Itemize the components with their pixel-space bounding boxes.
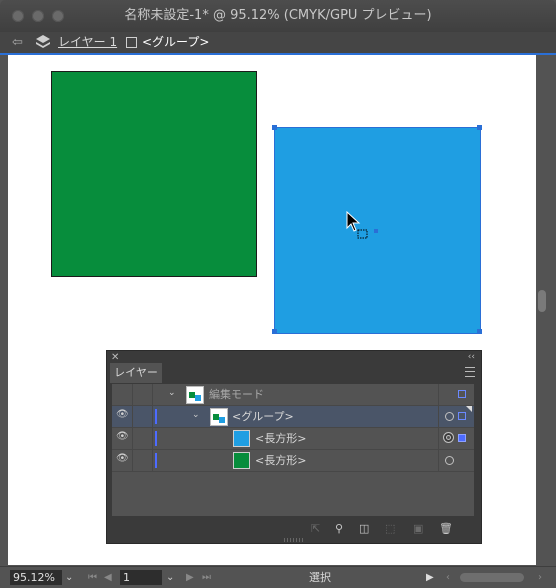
blue-rect-thumbnail xyxy=(233,430,250,447)
status-tool: 選択 xyxy=(309,571,331,584)
clipping-mask-icon[interactable]: ◫ xyxy=(359,522,369,535)
last-artboard-icon[interactable]: ⏭ xyxy=(202,570,211,586)
layer-row[interactable]: 👁 <長方形> xyxy=(112,450,474,472)
window-title: 名称未設定-1* @ 95.12% (CMYK/GPU プレビュー) xyxy=(124,8,432,23)
chevron-down-icon[interactable]: ⌄ xyxy=(168,388,176,398)
visibility-eye-icon[interactable]: 👁 xyxy=(116,410,129,420)
tab-layers[interactable]: レイヤー xyxy=(110,363,162,383)
collapse-panel-icon[interactable]: ‹‹ xyxy=(468,352,475,362)
group-icon xyxy=(126,37,137,48)
close-panel-icon[interactable]: ✕ xyxy=(111,352,119,363)
scroll-right-icon[interactable]: › xyxy=(538,570,542,586)
isolation-breadcrumb: ⇦ レイヤー 1 <グループ> xyxy=(0,32,556,55)
layer-color-bar xyxy=(155,431,157,446)
layer-color-bar xyxy=(155,409,157,424)
back-arrow-icon[interactable]: ⇦ xyxy=(12,32,23,53)
breadcrumb-layer[interactable]: レイヤー 1 xyxy=(58,32,117,53)
layer-row[interactable]: 👁 <長方形> xyxy=(112,428,474,450)
first-artboard-icon[interactable]: ⏮ xyxy=(88,570,97,586)
green-rect-thumbnail xyxy=(233,452,250,469)
visibility-eye-icon[interactable]: 👁 xyxy=(116,454,129,464)
zoom-field[interactable]: 95.12% xyxy=(10,570,62,585)
breadcrumb-group[interactable]: <グループ> xyxy=(142,32,209,53)
artboard-dropdown-icon[interactable]: ⌄ xyxy=(166,570,174,586)
visibility-eye-icon[interactable]: 👁 xyxy=(116,432,129,442)
selected-square-icon[interactable] xyxy=(458,434,466,442)
new-sublayer-icon[interactable]: ⬚ xyxy=(385,522,395,535)
group-name: <グループ> xyxy=(232,410,294,423)
target-active-icon[interactable] xyxy=(443,432,454,443)
new-layer-icon[interactable]: ▣ xyxy=(413,522,423,535)
next-artboard-icon[interactable]: ▶ xyxy=(186,570,194,586)
layer-row-selected[interactable]: 👁 ⌄ <グループ> xyxy=(112,406,474,428)
horizontal-scrollbar[interactable] xyxy=(460,573,524,582)
resize-grip[interactable] xyxy=(284,538,304,542)
target-circle-icon[interactable] xyxy=(445,456,454,465)
selection-cursor-icon xyxy=(346,211,368,239)
selection-anchor[interactable] xyxy=(272,125,277,130)
rectangle-name: <長方形> xyxy=(255,432,307,445)
layer-name: 編集モード xyxy=(209,388,264,401)
panel-footer: ⇱ ⚲ ◫ ⬚ ▣ 🗑 xyxy=(107,516,481,543)
selection-indicator[interactable] xyxy=(458,390,466,398)
scroll-left-icon[interactable]: ‹ xyxy=(446,570,450,586)
target-circle-icon[interactable] xyxy=(445,412,454,421)
layer-thumbnail xyxy=(186,386,204,404)
selection-indicator[interactable] xyxy=(458,412,466,420)
selected-art-corner xyxy=(466,406,472,412)
export-icon[interactable]: ⇱ xyxy=(311,522,320,535)
green-rectangle[interactable] xyxy=(51,71,257,277)
selection-anchor[interactable] xyxy=(272,329,277,334)
illustrator-window: 名称未設定-1* @ 95.12% (CMYK/GPU プレビュー) ⇦ レイヤ… xyxy=(0,0,556,588)
panel-menu-icon[interactable] xyxy=(465,367,475,377)
scrollbar-thumb[interactable] xyxy=(538,290,546,312)
zoom-dropdown-icon[interactable]: ⌄ xyxy=(65,570,73,586)
status-bar: 95.12% ⌄ ⏮ ◀ 1 ⌄ ▶ ⏭ 選択 ▶ ‹ › xyxy=(0,566,556,588)
layer-color-bar xyxy=(155,453,157,468)
center-point xyxy=(374,229,378,233)
chevron-down-icon[interactable]: ⌄ xyxy=(192,410,200,420)
title-bar: 名称未設定-1* @ 95.12% (CMYK/GPU プレビュー) xyxy=(0,0,556,33)
selection-anchor[interactable] xyxy=(477,329,482,334)
layers-list: ⌄ 編集モード 👁 ⌄ <グループ> 👁 <長方形> 👁 <長方形> xyxy=(112,384,474,516)
layers-panel: ✕ ‹‹ レイヤー ⌄ 編集モード 👁 ⌄ <グループ> 👁 <長方形> 👁 <… xyxy=(106,350,482,544)
layer-row[interactable]: ⌄ 編集モード xyxy=(112,384,474,406)
rectangle-name: <長方形> xyxy=(255,454,307,467)
artboard-field[interactable]: 1 xyxy=(120,570,162,585)
selection-anchor[interactable] xyxy=(477,125,482,130)
status-menu-icon[interactable]: ▶ xyxy=(426,570,434,586)
search-icon[interactable]: ⚲ xyxy=(335,522,343,535)
trash-icon[interactable]: 🗑 xyxy=(439,522,453,535)
prev-artboard-icon[interactable]: ◀ xyxy=(104,570,112,586)
group-thumbnail xyxy=(210,408,228,426)
